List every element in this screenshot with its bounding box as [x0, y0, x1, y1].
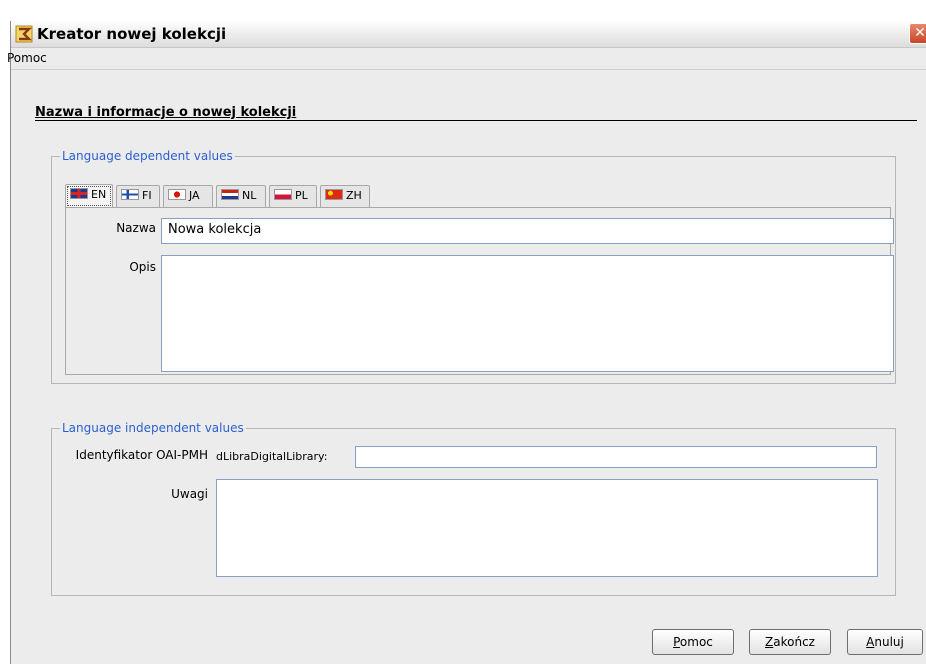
tab-zh[interactable]: ZH [320, 185, 370, 207]
window-title: Kreator nowej kolekcji [37, 25, 227, 43]
notes-textarea[interactable] [216, 479, 878, 577]
oai-prefix-label: dLibraDigitalLibrary: [216, 450, 328, 463]
oai-identifier-label: Identyfikator OAI-PMH [75, 448, 208, 462]
finish-button[interactable]: Zakończ [749, 629, 831, 655]
menu-item-help[interactable]: Pomoc [7, 51, 47, 65]
uk-flag-icon [70, 188, 88, 199]
language-independent-group: Language independent values Identyfikato… [51, 421, 896, 596]
language-independent-legend: Language independent values [60, 421, 246, 435]
help-button[interactable]: Pomoc [652, 629, 734, 655]
language-dependent-legend: Language dependent values [60, 149, 235, 163]
tab-pl[interactable]: PL [269, 185, 317, 207]
wizard-panel: Nazwa i informacje o nowej kolekcji Lang… [11, 71, 926, 610]
section-divider [35, 120, 917, 121]
tab-en[interactable]: EN [65, 184, 113, 208]
cancel-button[interactable]: Anuluj [847, 629, 923, 655]
oai-identifier-input[interactable] [355, 446, 877, 468]
name-label: Nazwa [116, 221, 156, 235]
description-label: Opis [129, 260, 156, 274]
japan-flag-icon [168, 189, 186, 200]
wizard-window: Kreator nowej kolekcji ✕ Pomoc Nazwa i i… [7, 21, 926, 664]
description-textarea[interactable] [161, 255, 894, 372]
tab-ja[interactable]: JA [163, 185, 213, 207]
china-flag-icon [325, 189, 343, 200]
tab-fi[interactable]: FI [116, 185, 160, 207]
tab-nl[interactable]: NL [216, 185, 266, 207]
close-icon[interactable]: ✕ [909, 23, 926, 44]
language-dependent-group: Language dependent values EN FI JA NL PL [51, 149, 896, 384]
section-title: Nazwa i informacje o nowej kolekcji [35, 105, 297, 120]
netherlands-flag-icon [221, 189, 239, 200]
menu-bar: Pomoc [7, 48, 926, 70]
title-bar[interactable]: Kreator nowej kolekcji ✕ [11, 21, 926, 48]
notes-label: Uwagi [171, 487, 208, 501]
dlibra-app-icon [15, 25, 33, 43]
language-tab-panel: Nazwa Nowa kolekcja Opis [65, 207, 894, 375]
poland-flag-icon [274, 189, 292, 200]
finland-flag-icon [121, 189, 139, 200]
name-input[interactable]: Nowa kolekcja [161, 218, 894, 244]
